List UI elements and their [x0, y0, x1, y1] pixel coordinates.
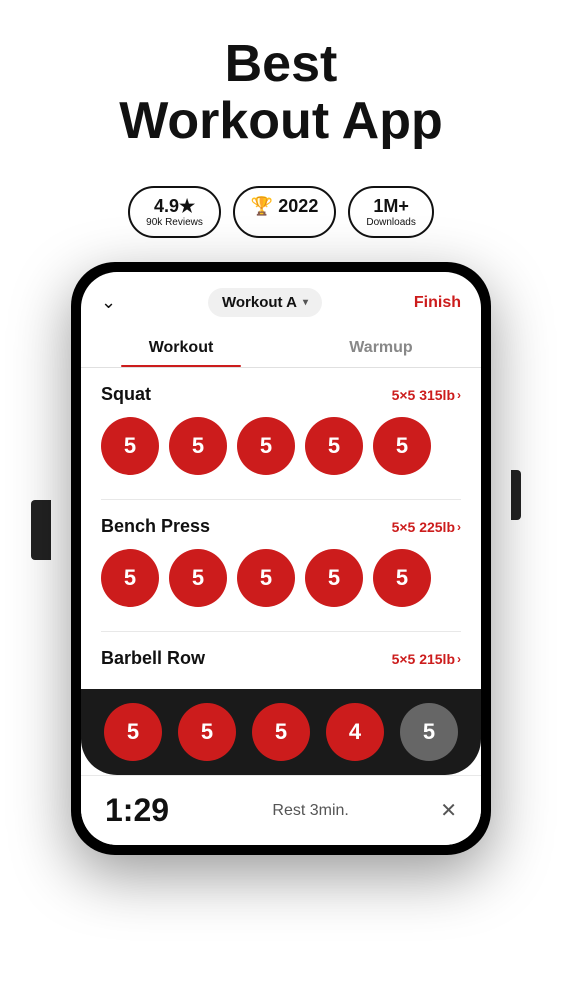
tab-warmup[interactable]: Warmup — [281, 329, 481, 367]
phone-power-button — [511, 470, 521, 520]
caret-icon: ▾ — [303, 297, 308, 308]
rest-timer-bar: 1:29 Rest 3min. ✕ — [81, 775, 481, 845]
close-icon[interactable]: ✕ — [440, 798, 457, 823]
bench-press-section: Bench Press 5×5 225lb › 5 5 5 5 5 — [81, 500, 481, 631]
tab-bar: Workout Warmup — [81, 329, 481, 368]
squat-reps-row: 5 5 5 5 5 — [101, 417, 461, 475]
squat-info[interactable]: 5×5 315lb › — [392, 387, 461, 403]
barbell-row-name: Barbell Row — [101, 648, 205, 669]
workout-selector[interactable]: Workout A ▾ — [208, 288, 322, 317]
downloads-sub: Downloads — [366, 217, 415, 228]
barbell-row-section: Barbell Row 5×5 215lb › — [81, 632, 481, 689]
squat-rep-4[interactable]: 5 — [305, 417, 363, 475]
bottom-reps-bar: 5 5 5 4 5 — [81, 689, 481, 775]
header-section: Best Workout App — [99, 0, 463, 170]
squat-section: Squat 5×5 315lb › 5 5 5 5 5 — [81, 368, 481, 499]
bench-rep-4[interactable]: 5 — [305, 549, 363, 607]
downloads-badge: 1M+ Downloads — [348, 186, 433, 238]
bottom-rep-1[interactable]: 5 — [104, 703, 162, 761]
finish-button[interactable]: Finish — [414, 294, 461, 312]
squat-rep-5[interactable]: 5 — [373, 417, 431, 475]
badges-row: 4.9★ 90k Reviews 🏆 2022 1M+ Downloads — [128, 186, 434, 238]
squat-rep-3[interactable]: 5 — [237, 417, 295, 475]
phone-screen: ⌄ Workout A ▾ Finish Workout Warmup Squa… — [81, 272, 481, 845]
bench-rep-1[interactable]: 5 — [101, 549, 159, 607]
barbell-row-chevron-icon: › — [457, 652, 461, 666]
bench-press-chevron-icon: › — [457, 520, 461, 534]
rating-value: 4.9★ — [154, 196, 195, 217]
award-value: 🏆 2022 — [251, 196, 318, 217]
bottom-rep-4[interactable]: 4 — [326, 703, 384, 761]
phone-frame: ⌄ Workout A ▾ Finish Workout Warmup Squa… — [71, 262, 491, 855]
bottom-reps-row: 5 5 5 4 5 — [101, 703, 461, 761]
rating-sub: 90k Reviews — [146, 217, 203, 228]
squat-rep-1[interactable]: 5 — [101, 417, 159, 475]
phone-volume-button — [31, 500, 51, 560]
squat-sets: 5×5 315lb — [392, 387, 455, 403]
squat-chevron-icon: › — [457, 388, 461, 402]
bench-rep-3[interactable]: 5 — [237, 549, 295, 607]
squat-name: Squat — [101, 384, 151, 405]
award-badge: 🏆 2022 — [233, 186, 336, 238]
barbell-row-sets: 5×5 215lb — [392, 651, 455, 667]
bench-press-header: Bench Press 5×5 225lb › — [101, 516, 461, 537]
bottom-rep-3[interactable]: 5 — [252, 703, 310, 761]
workout-selector-label: Workout A — [222, 294, 297, 311]
tab-workout[interactable]: Workout — [81, 329, 281, 367]
app-header-bar: ⌄ Workout A ▾ Finish — [81, 272, 481, 325]
timer-label: Rest 3min. — [272, 802, 348, 820]
timer-time: 1:29 — [105, 792, 169, 829]
squat-rep-2[interactable]: 5 — [169, 417, 227, 475]
chevron-down-icon[interactable]: ⌄ — [101, 292, 116, 313]
barbell-row-info[interactable]: 5×5 215lb › — [392, 651, 461, 667]
barbell-row-header: Barbell Row 5×5 215lb › — [101, 648, 461, 669]
bench-press-sets: 5×5 225lb — [392, 519, 455, 535]
downloads-value: 1M+ — [373, 196, 409, 217]
phone-mockup: ⌄ Workout A ▾ Finish Workout Warmup Squa… — [51, 262, 511, 855]
bottom-rep-5[interactable]: 5 — [400, 703, 458, 761]
bench-rep-5[interactable]: 5 — [373, 549, 431, 607]
squat-header: Squat 5×5 315lb › — [101, 384, 461, 405]
bench-press-reps-row: 5 5 5 5 5 — [101, 549, 461, 607]
bottom-rep-2[interactable]: 5 — [178, 703, 236, 761]
bench-rep-2[interactable]: 5 — [169, 549, 227, 607]
page-title: Best Workout App — [119, 36, 443, 150]
bench-press-name: Bench Press — [101, 516, 210, 537]
bench-press-info[interactable]: 5×5 225lb › — [392, 519, 461, 535]
rating-badge: 4.9★ 90k Reviews — [128, 186, 221, 238]
